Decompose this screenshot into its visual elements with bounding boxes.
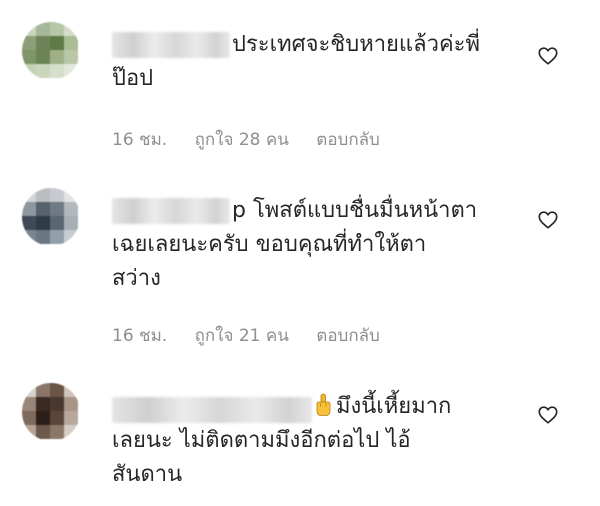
comment-text: สว่าง [112, 266, 161, 291]
timestamp: 16 ชม. [112, 130, 168, 150]
blurred-username[interactable] [112, 397, 312, 423]
comment-text: เลยนะ ไม่ติดตามมึงอีกต่อไป ไอ้ [112, 428, 411, 453]
avatar[interactable] [22, 188, 80, 246]
comment-text: มึงนี้เหี้ยมาก [336, 394, 452, 419]
comment-text: ป๊อป [112, 66, 154, 91]
reply-button[interactable]: ตอบกลับ [316, 130, 380, 150]
avatar[interactable] [22, 383, 80, 441]
comment-text: เฉยเลยนะครับ ขอบคุณที่ทำให้ตา [112, 232, 427, 257]
middle-finger-emoji [316, 393, 331, 416]
heart-outline-icon[interactable] [537, 45, 559, 67]
timestamp: 16 ชม. [112, 326, 168, 346]
like-count[interactable]: ถูกใจ 28 คน [195, 130, 289, 150]
avatar[interactable] [22, 22, 80, 80]
heart-outline-icon[interactable] [537, 209, 559, 231]
heart-outline-icon[interactable] [537, 404, 559, 426]
comment-meta: 16 ชม. ถูกใจ 28 คน ตอบกลับ [112, 126, 402, 153]
blurred-username[interactable] [112, 32, 230, 58]
blurred-username[interactable] [112, 198, 230, 224]
like-count[interactable]: ถูกใจ 21 คน [195, 326, 289, 346]
comment-text: p โพสต์แบบชื่นมื่นหน้าตา [232, 198, 478, 223]
comment-text: ประเทศจะชิบหายแล้วค่ะพี่ [232, 32, 480, 57]
reply-button[interactable]: ตอบกลับ [316, 326, 380, 346]
comment-meta: 16 ชม. ถูกใจ 21 คน ตอบกลับ [112, 322, 402, 349]
comment-text: สันดาน [112, 462, 183, 487]
